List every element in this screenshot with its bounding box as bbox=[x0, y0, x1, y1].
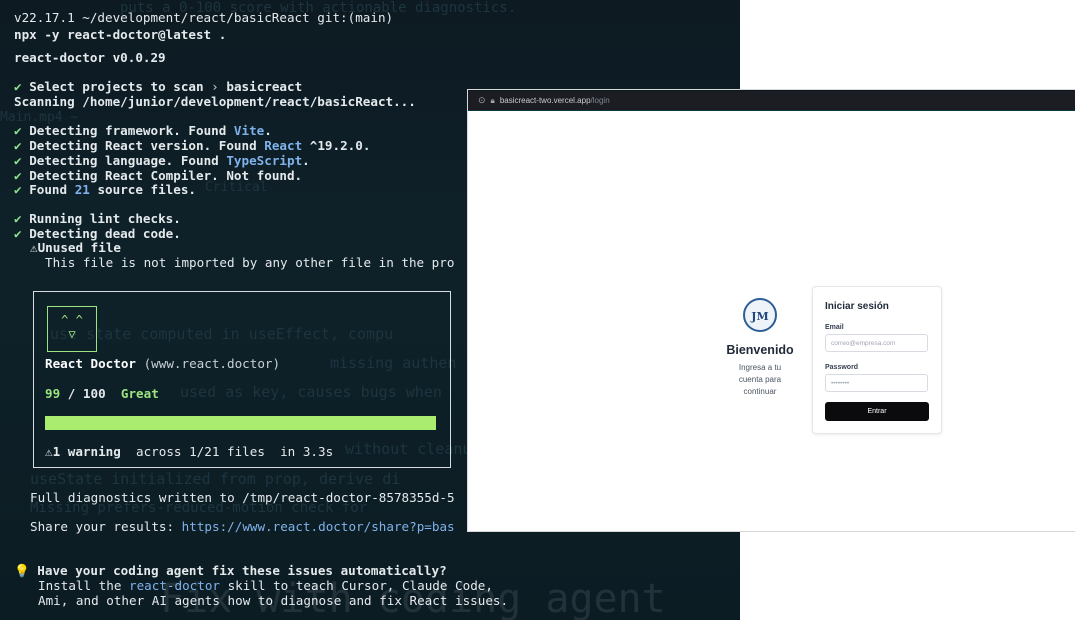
lightbulb-icon: 💡 bbox=[14, 563, 30, 578]
prompt-line: v22.17.1 ~/development/react/basicReact … bbox=[14, 10, 394, 25]
share-link[interactable]: https://www.react.doctor/share?p=bas bbox=[182, 519, 455, 534]
score-progress-fill bbox=[45, 416, 437, 430]
doctor-summary: ⚠1 warning across 1/21 files in 3.3s bbox=[45, 444, 334, 459]
doctor-title: React Doctor (www.react.doctor) bbox=[45, 356, 281, 371]
tip-line-1: Install the react-doctor skill to teach … bbox=[38, 578, 493, 593]
doctor-score: 99 / 100 Great bbox=[45, 386, 159, 401]
check-icon: ✔ bbox=[14, 211, 22, 226]
react-doctor-summary-box: ^ ^ ▽ React Doctor (www.react.doctor) 99… bbox=[33, 291, 451, 468]
detect-react-line: ✔ Detecting React version. Found React ^… bbox=[14, 138, 371, 153]
warning-icon: ⚠ bbox=[30, 240, 38, 255]
dead-code-line: ✔ Detecting dead code. bbox=[14, 226, 181, 241]
check-icon: ✔ bbox=[14, 168, 22, 183]
address-bar[interactable]: ⊙ 🔒︎ basicreact-two.vercel.app/login bbox=[468, 91, 1075, 111]
welcome-panel: JM Bienvenido Ingresa a tu cuenta para c… bbox=[718, 298, 802, 398]
password-label: Password bbox=[825, 364, 859, 371]
ghost-text: useState initialized from prop, derive d… bbox=[30, 470, 401, 488]
lint-line: ✔ Running lint checks. bbox=[14, 211, 181, 226]
detect-framework-line: ✔ Detecting framework. Found Vite. bbox=[14, 123, 272, 138]
tip-line-2: Ami, and other AI agents how to diagnose… bbox=[38, 593, 509, 608]
welcome-title: Bienvenido bbox=[726, 343, 794, 357]
password-field[interactable] bbox=[825, 374, 928, 392]
unused-file-description: This file is not imported by any other f… bbox=[45, 255, 455, 270]
tip-title-line: 💡 Have your coding agent fix these issue… bbox=[14, 563, 447, 578]
browser-window[interactable]: ⊙ 🔒︎ basicreact-two.vercel.app/login JM … bbox=[468, 90, 1075, 531]
diagnostics-line: Full diagnostics written to /tmp/react-d… bbox=[30, 490, 455, 505]
check-icon: ✔ bbox=[14, 79, 22, 94]
email-label: Email bbox=[825, 324, 844, 331]
doctor-face-icon: ^ ^ ▽ bbox=[47, 306, 97, 352]
email-field[interactable] bbox=[825, 334, 928, 352]
check-icon: ✔ bbox=[14, 153, 22, 168]
lock-icon: 🔒︎ bbox=[490, 95, 495, 105]
warning-icon: ⚠ bbox=[45, 444, 53, 459]
check-icon: ✔ bbox=[14, 226, 22, 241]
check-icon: ✔ bbox=[14, 138, 22, 153]
detect-language-line: ✔ Detecting language. Found TypeScript. bbox=[14, 153, 310, 168]
login-title: Iniciar sesión bbox=[825, 301, 889, 312]
unused-file-line: ⚠Unused file bbox=[30, 240, 121, 255]
command-line: npx -y react-doctor@latest . bbox=[14, 27, 227, 42]
site-info-icon[interactable]: ⊙ bbox=[478, 95, 486, 106]
check-icon: ✔ bbox=[14, 123, 22, 138]
address-url[interactable]: basicreact-two.vercel.app/login bbox=[500, 96, 610, 105]
welcome-subtitle: Ingresa a tu cuenta para continuar bbox=[738, 363, 782, 396]
check-icon: ✔ bbox=[14, 182, 22, 197]
login-submit-button[interactable]: Entrar bbox=[825, 402, 929, 421]
version-line: react-doctor v0.0.29 bbox=[14, 50, 166, 65]
select-projects-line: ✔ Select projects to scan › basicreact bbox=[14, 79, 303, 94]
login-card: Iniciar sesión Email Password Entrar bbox=[812, 286, 942, 434]
scanning-line: Scanning /home/junior/development/react/… bbox=[14, 94, 416, 109]
found-files-line: ✔ Found 21 source files. bbox=[14, 182, 197, 197]
score-progress-bar bbox=[45, 416, 440, 430]
company-logo: JM bbox=[743, 298, 777, 332]
detect-compiler-line: ✔ Detecting React Compiler. Not found. bbox=[14, 168, 303, 183]
share-line: Share your results: https://www.react.do… bbox=[30, 519, 455, 534]
